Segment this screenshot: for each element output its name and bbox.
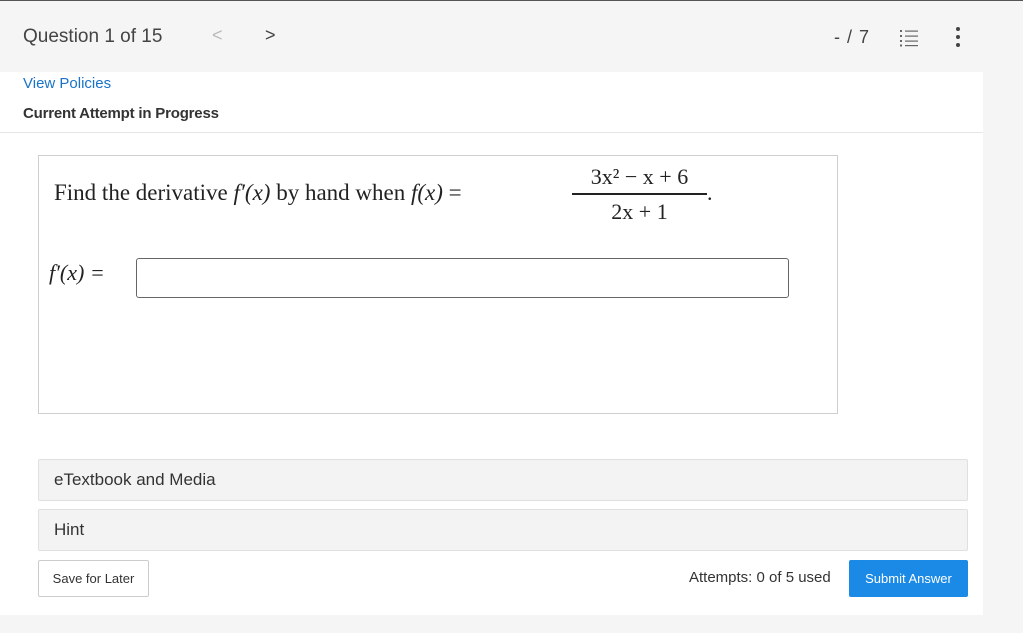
attempt-status: Current Attempt in Progress	[23, 105, 219, 122]
view-policies-link[interactable]: View Policies	[23, 75, 111, 92]
question-box: Find the derivative f′(x) by hand when f…	[38, 155, 838, 414]
question-prompt: Find the derivative f′(x) by hand when f…	[54, 180, 462, 206]
divider	[0, 132, 983, 133]
fraction-numerator: 3x² − x + 6	[590, 164, 689, 189]
list-icon[interactable]	[899, 29, 919, 47]
save-for-later-button[interactable]: Save for Later	[38, 560, 149, 597]
prompt-text-start: Find the derivative	[54, 180, 234, 205]
attempts-counter: Attempts: 0 of 5 used	[689, 569, 831, 586]
prompt-period: .	[707, 180, 713, 205]
question-score: - / 7	[834, 27, 871, 47]
etextbook-media-section[interactable]: eTextbook and Media	[38, 459, 968, 501]
prompt-text-middle: by hand when	[270, 180, 411, 205]
question-counter: Question 1 of 15	[23, 26, 163, 47]
answer-input[interactable]	[136, 258, 789, 298]
prompt-equals: =	[442, 180, 462, 205]
question-header: Question 1 of 15 < > - / 7	[0, 1, 983, 71]
more-vertical-icon[interactable]	[953, 26, 963, 48]
fraction-bar	[572, 193, 707, 195]
fraction-denominator: 2x + 1	[611, 198, 668, 224]
function-fraction: 3x² − x + 6 2x + 1	[572, 163, 707, 226]
question-panel: View Policies Current Attempt in Progres…	[0, 72, 983, 615]
next-question-button[interactable]: >	[265, 25, 276, 46]
answer-label: f′(x) =	[49, 260, 105, 285]
prompt-fx: f(x)	[410, 180, 443, 205]
hint-section[interactable]: Hint	[38, 509, 968, 551]
previous-question-button[interactable]: <	[212, 25, 223, 46]
prompt-fprime: f′(x)	[233, 180, 271, 205]
submit-answer-button[interactable]: Submit Answer	[849, 560, 968, 597]
